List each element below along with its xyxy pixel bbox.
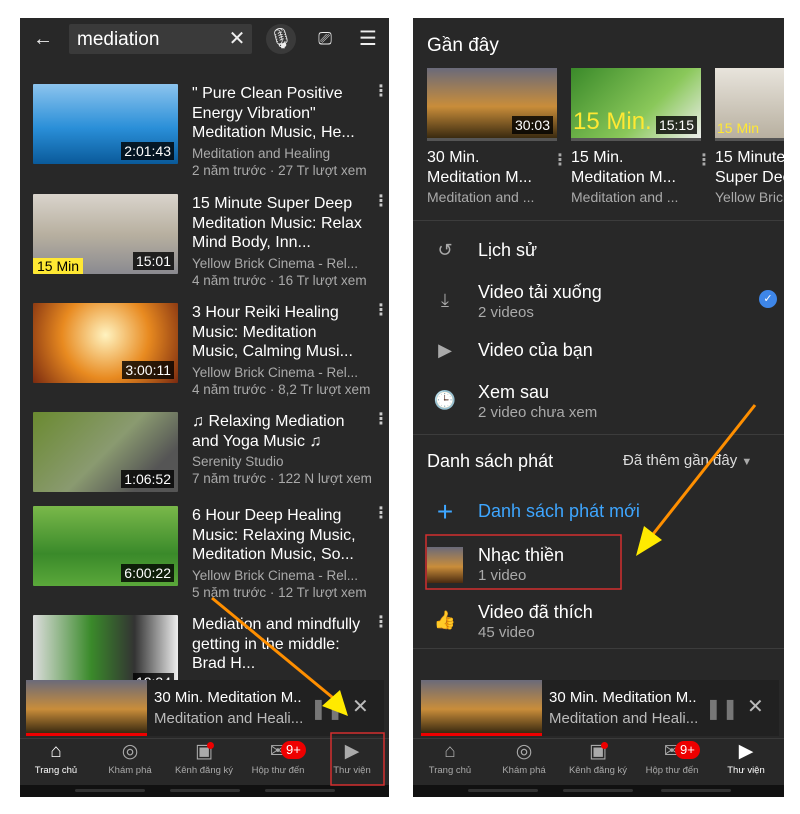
highlight-playlist [425, 534, 622, 590]
annotation-arrow [648, 404, 757, 539]
annotation-arrowhead [636, 526, 662, 556]
annotation-overlay [211, 404, 757, 786]
annotation-arrow [211, 596, 339, 704]
highlight-library-tab [330, 732, 385, 786]
